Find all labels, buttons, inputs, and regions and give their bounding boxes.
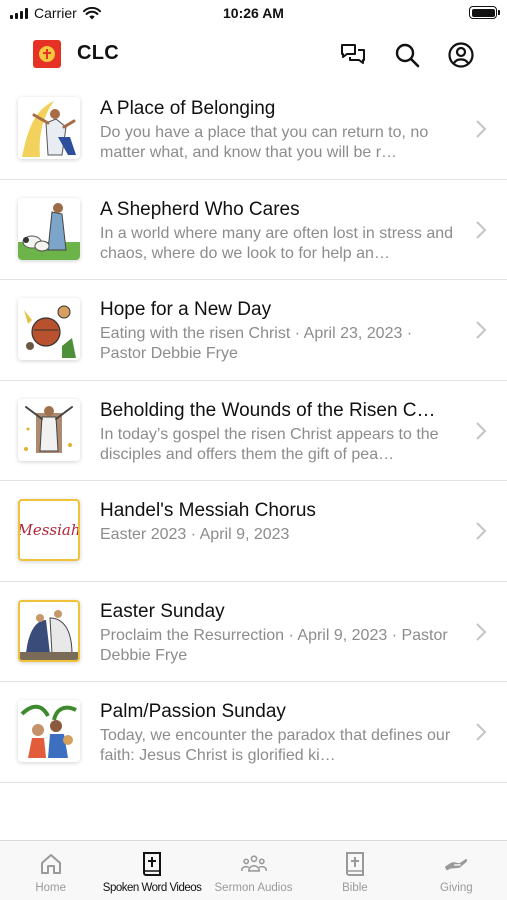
chevron-right-icon (476, 622, 487, 641)
chat-icon[interactable] (338, 40, 368, 70)
tab-giving[interactable]: Giving (406, 841, 507, 900)
item-thumbnail (18, 197, 80, 260)
item-description: Eating with the risen Christ · April 23,… (100, 325, 413, 362)
item-description: In a world where many are often lost in … (100, 224, 454, 262)
list-item[interactable]: Beholding the Wounds of the Risen C… In … (0, 381, 507, 481)
battery-icon (469, 6, 500, 19)
item-title: A Place of Belonging (100, 98, 276, 119)
app-title: CLC (77, 42, 120, 64)
list-item[interactable]: Palm/Passion Sunday Today, we encounter … (0, 682, 507, 783)
account-icon[interactable] (446, 40, 476, 70)
list-item[interactable]: Messiah Handel's Messiah Chorus Easter 2… (0, 481, 507, 582)
giving-hand-icon (443, 851, 469, 877)
home-icon (38, 851, 64, 877)
item-description: Proclaim the Resurrection · April 9, 202… (100, 626, 448, 664)
chevron-right-icon (476, 723, 487, 741)
tab-label: Spoken Word Videos (102, 882, 202, 894)
tab-label: Sermon Audios (214, 882, 293, 894)
item-description: Do you have a place that you can return … (100, 124, 429, 161)
tab-label: Giving (440, 882, 473, 894)
sermon-list: A Place of Belonging Do you have a place… (0, 79, 507, 783)
chevron-right-icon (476, 220, 487, 239)
item-description: Easter 2023 · April 9, 2023 (100, 526, 290, 543)
item-description: Today, we encounter the paradox that def… (100, 727, 451, 764)
status-bar: Carrier 10:26 AM (0, 0, 507, 30)
thumbnail-text: Messiah (18, 521, 80, 539)
tab-label: Bible (342, 882, 368, 894)
chevron-right-icon (476, 522, 487, 540)
chevron-right-icon (476, 120, 487, 138)
chevron-right-icon (476, 321, 487, 339)
item-thumbnail: Messiah (18, 499, 80, 561)
chevron-right-icon (476, 421, 487, 440)
item-title: Handel's Messiah Chorus (100, 500, 316, 521)
item-description: In today’s gospel the risen Christ appea… (100, 425, 439, 463)
search-icon[interactable] (392, 40, 422, 70)
item-thumbnail (18, 298, 80, 360)
item-thumbnail (18, 700, 80, 762)
tab-spoken-word-videos[interactable]: Spoken Word Videos (101, 841, 202, 900)
app-header: CLC (0, 30, 507, 80)
tab-home[interactable]: Home (0, 841, 101, 900)
group-icon (240, 851, 267, 877)
list-item[interactable]: Easter Sunday Proclaim the Resurrection … (0, 582, 507, 682)
list-item[interactable]: A Shepherd Who Cares In a world where ma… (0, 180, 507, 280)
item-thumbnail (18, 97, 80, 159)
list-item[interactable]: Hope for a New Day Eating with the risen… (0, 280, 507, 381)
tab-bible[interactable]: Bible (304, 841, 405, 900)
bible-icon (139, 851, 165, 877)
item-title: Hope for a New Day (100, 299, 272, 320)
bible-icon (342, 851, 368, 877)
list-item[interactable]: A Place of Belonging Do you have a place… (0, 79, 507, 180)
item-thumbnail (18, 398, 80, 461)
item-title: A Shepherd Who Cares (100, 198, 300, 220)
tab-bar: Home Spoken Word Videos Sermon Audios Bi… (0, 840, 507, 900)
item-title: Beholding the Wounds of the Risen C… (100, 399, 436, 421)
item-thumbnail (18, 599, 80, 662)
item-title: Palm/Passion Sunday (100, 701, 286, 722)
tab-sermon-audios[interactable]: Sermon Audios (203, 841, 304, 900)
status-time: 10:26 AM (223, 5, 284, 21)
app-logo (33, 40, 61, 68)
item-title: Easter Sunday (100, 600, 225, 622)
tab-label: Home (35, 882, 67, 894)
